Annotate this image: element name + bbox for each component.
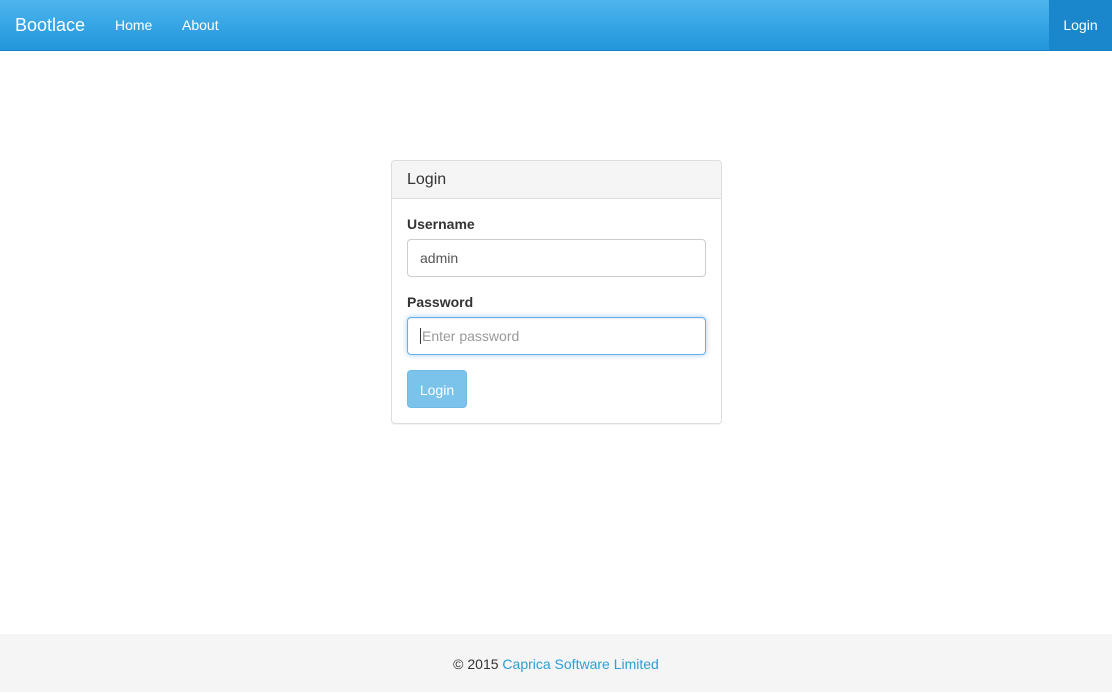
username-value: admin xyxy=(420,250,459,266)
nav-login-link[interactable]: Login xyxy=(1049,0,1112,50)
login-form: Username admin Password Enter password L… xyxy=(392,199,721,408)
brand-link[interactable]: Bootlace xyxy=(15,0,85,50)
nav-about-link[interactable]: About xyxy=(182,0,219,50)
text-caret xyxy=(420,328,421,345)
username-group: Username admin xyxy=(407,214,706,277)
password-input[interactable]: Enter password xyxy=(407,317,706,355)
panel-title: Login xyxy=(392,161,721,199)
password-label: Password xyxy=(407,294,474,310)
navbar: Bootlace Home About Login xyxy=(0,0,1112,51)
nav-home-link[interactable]: Home xyxy=(115,0,152,50)
username-label: Username xyxy=(407,216,475,232)
footer-copyright: © 2015 xyxy=(453,656,499,672)
password-placeholder: Enter password xyxy=(422,328,520,344)
footer: © 2015 Caprica Software Limited xyxy=(0,634,1112,692)
username-input[interactable]: admin xyxy=(407,239,706,277)
login-panel: Login Username admin Password Enter pass… xyxy=(391,160,722,424)
footer-company-link[interactable]: Caprica Software Limited xyxy=(502,656,658,672)
password-group: Password Enter password xyxy=(407,292,706,355)
login-submit-button[interactable]: Login xyxy=(407,370,467,408)
